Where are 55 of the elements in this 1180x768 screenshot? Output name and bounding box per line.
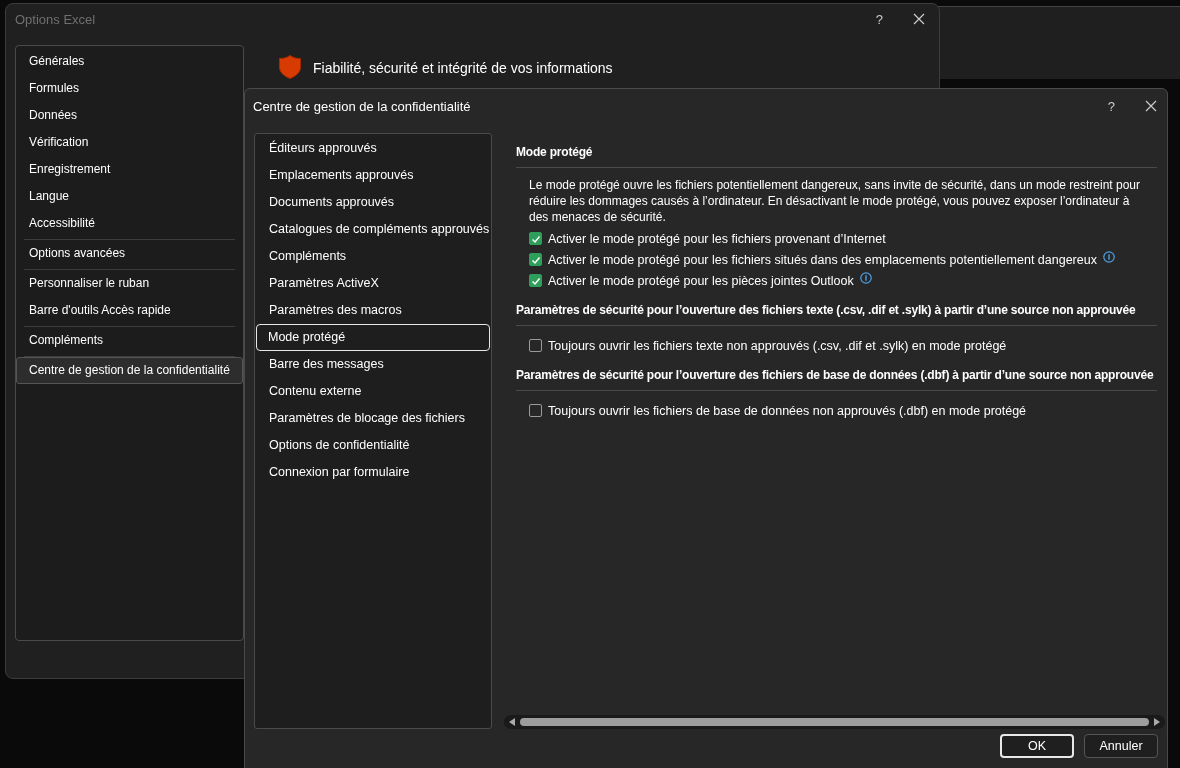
sidebar-item[interactable]: Accessibilité — [16, 210, 243, 237]
sidebar-item[interactable]: Générales — [16, 48, 243, 75]
category-item[interactable]: Connexion par formulaire — [256, 459, 490, 486]
window-title: Centre de gestion de la confidentialité — [253, 98, 471, 114]
category-item[interactable]: Contenu externe — [256, 378, 490, 405]
sidebar-item[interactable]: Formules — [16, 75, 243, 102]
checkbox[interactable] — [529, 339, 542, 352]
category-item[interactable]: Barre des messages — [256, 351, 490, 378]
category-item[interactable]: Paramètres ActiveX — [256, 270, 490, 297]
category-item[interactable]: Catalogues de compléments approuvés — [256, 216, 490, 243]
section-heading: Paramètres de sécurité pour l’ouverture des fichiers texte (.csv, .dif et .sylk) à partir d’une source non approuvée — [516, 303, 1157, 326]
sidebar-item[interactable]: Personnaliser le ruban — [16, 270, 243, 297]
sidebar-item[interactable]: Centre de gestion de la confidentialité — [16, 357, 243, 384]
info-icon[interactable] — [1102, 251, 1115, 263]
checkbox-label: Toujours ouvrir les fichiers texte non approuvés (.csv, .dif et .sylk) en mode protégé — [548, 338, 1007, 353]
sidebar-item[interactable]: Options avancées — [16, 240, 243, 267]
horizontal-scrollbar[interactable] — [504, 715, 1165, 729]
category-item[interactable]: Paramètres de blocage des fichiers — [256, 405, 490, 432]
window-title: Options Excel — [15, 11, 96, 27]
checkbox-label: Activer le mode protégé pour les pièces jointes Outlook — [548, 273, 854, 288]
sidebar-item[interactable]: Langue — [16, 183, 243, 210]
category-item[interactable]: Éditeurs approuvés — [256, 135, 490, 162]
checkbox[interactable] — [529, 253, 542, 266]
sidebar-item[interactable]: Compléments — [16, 327, 243, 354]
checkbox-label: Toujours ouvrir les fichiers de base de données non approuvés (.dbf) en mode protégé — [548, 403, 1027, 418]
help-button[interactable]: ? — [875, 11, 883, 27]
category-item[interactable]: Emplacements approuvés — [256, 162, 490, 189]
close-icon[interactable] — [913, 13, 925, 25]
sidebar-item[interactable]: Données — [16, 102, 243, 129]
checkbox[interactable] — [529, 274, 542, 287]
section-heading: Paramètres de sécurité pour l’ouverture des fichiers de base de données (.dbf) à partir d’une source non approuvée — [516, 368, 1157, 391]
category-item[interactable]: Compléments — [256, 243, 490, 270]
checkbox-label: Activer le mode protégé pour les fichiers situés dans des emplacements potentiellement dangereux — [548, 252, 1097, 267]
checkbox-label: Activer le mode protégé pour les fichiers provenant d’Internet — [548, 231, 886, 246]
dialog-button[interactable]: Annuler — [1084, 734, 1158, 758]
shield-icon — [278, 53, 304, 82]
description-text: Le mode protégé ouvre les fichiers potentiellement dangereux, sans invite de sécurité, dans un mode restreint pour réduire les dommages causés à l’ordinateur. En désactivant le mode protégé, vous pouvez exposer l’ordinateur à des menaces de sécurité. — [529, 177, 1142, 225]
scroll-thumb[interactable] — [520, 718, 1149, 726]
info-icon[interactable] — [859, 272, 872, 284]
category-item[interactable]: Mode protégé — [256, 324, 490, 351]
checkbox[interactable] — [529, 404, 542, 417]
checkbox[interactable] — [529, 232, 542, 245]
sidebar-item[interactable]: Vérification — [16, 129, 243, 156]
scroll-right-icon[interactable] — [1153, 717, 1161, 727]
dialog-button[interactable]: OK — [1000, 734, 1074, 758]
category-item[interactable]: Documents approuvés — [256, 189, 490, 216]
help-button[interactable]: ? — [1107, 98, 1115, 114]
close-icon[interactable] — [1145, 100, 1157, 112]
section-heading: Mode protégé — [516, 145, 1157, 168]
category-item[interactable]: Paramètres des macros — [256, 297, 490, 324]
scroll-left-icon[interactable] — [508, 717, 516, 727]
sidebar-item[interactable]: Enregistrement — [16, 156, 243, 183]
section-header: Fiabilité, sécurité et intégrité de vos informations — [313, 59, 613, 76]
category-item[interactable]: Options de confidentialité — [256, 432, 490, 459]
sidebar-item[interactable]: Barre d'outils Accès rapide — [16, 297, 243, 324]
